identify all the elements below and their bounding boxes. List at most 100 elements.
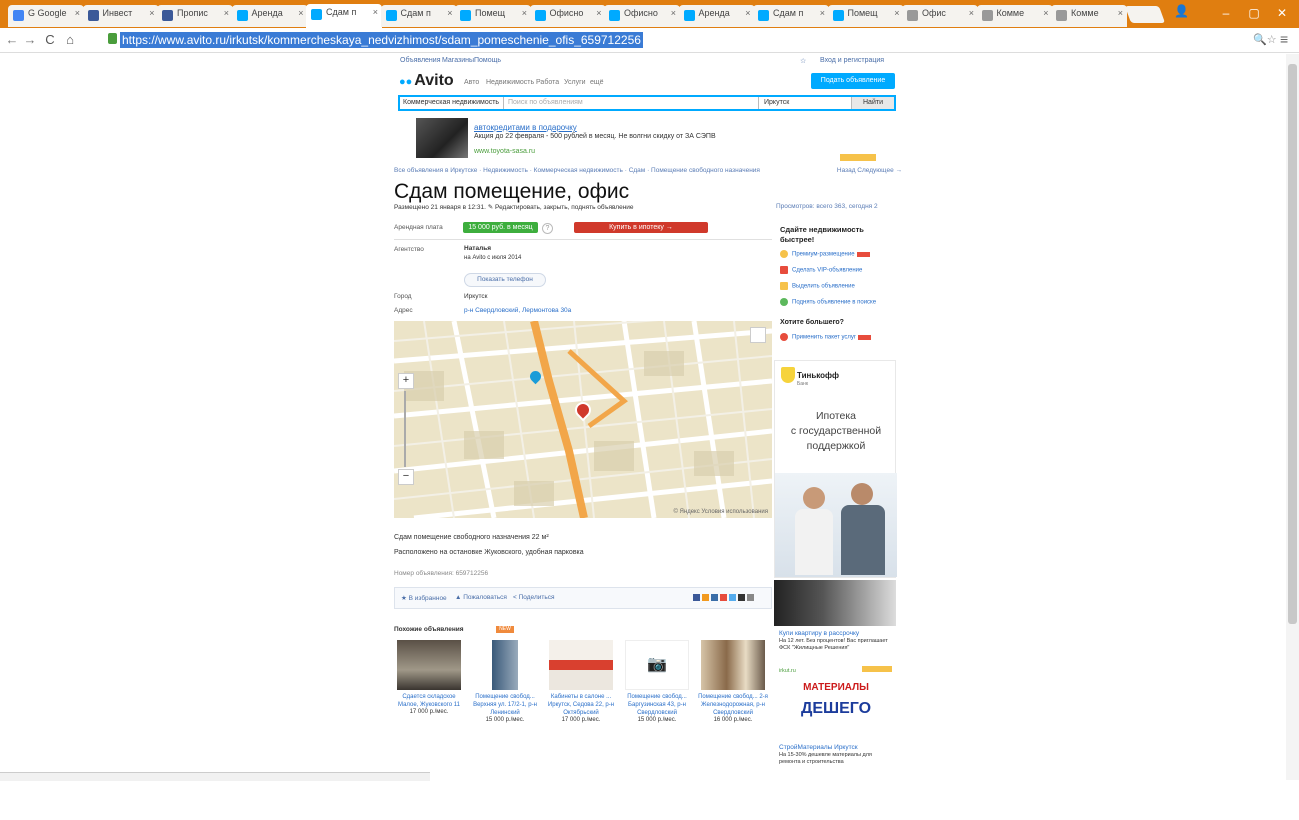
similar-card[interactable]: Помещение свобод... Верхняя ул. 17/2-1, … [470,640,540,723]
premium-service-link[interactable]: Премиум-размещение [780,250,870,258]
vip-service-link[interactable]: Сделать VIP-объявление [780,266,862,274]
scrollbar-thumb[interactable] [1288,64,1297,624]
zoom-slider[interactable] [404,391,406,467]
profile-icon[interactable]: 👤 [1174,4,1189,18]
similar-card-image[interactable] [397,640,461,690]
similar-card-title[interactable]: Помещение свобод... 2-я Железнодорожная,… [698,693,768,717]
show-phone-button[interactable]: Показать телефон [464,273,546,287]
tab-close-icon[interactable]: × [1118,8,1123,18]
map-fullscreen-icon[interactable] [750,327,766,343]
service-label[interactable]: Поднять объявление в поиске [792,300,876,306]
back-icon[interactable]: ← [4,32,20,47]
address-value[interactable]: р-н Свердловский, Лермонтова 30а [464,307,571,314]
bookmark-star-icon[interactable]: 🔍☆ [1253,33,1277,46]
tab-close-icon[interactable]: × [671,8,676,18]
similar-card[interactable]: Сдается складское Малое, Жуковского 11 1… [394,640,464,715]
location-map[interactable]: + − © Яндекс Условия использования [394,321,772,518]
facebook-icon[interactable] [693,594,700,601]
reload-icon[interactable]: C [42,32,58,47]
similar-card-image[interactable] [473,640,537,690]
share-button[interactable]: < Поделиться [513,594,555,601]
forward-icon[interactable]: → [22,32,38,47]
materials-ad-title[interactable]: СтройМатериалы Иркутск [779,744,858,751]
tab-close-icon[interactable]: × [745,8,750,18]
tab-close-icon[interactable]: × [969,8,974,18]
nav-services[interactable]: Услуги [564,79,586,86]
maximize-icon[interactable]: ▢ [1246,6,1262,20]
browser-tab[interactable]: Комме × [1051,5,1127,27]
city-select[interactable]: Иркутск [758,97,856,109]
close-window-icon[interactable]: ✕ [1274,6,1290,20]
browser-tab[interactable]: Офисно × [529,5,606,27]
zoom-out-icon[interactable]: − [398,469,414,485]
service-label[interactable]: Премиум-размещение [792,252,855,258]
search-input[interactable]: Поиск по объявлениям [508,97,583,109]
nav-realty[interactable]: Недвижимость [486,79,534,86]
map-zoom-control[interactable]: + − [398,373,414,485]
lift-service-link[interactable]: Поднять объявление в поиске [780,298,876,306]
browser-tab[interactable]: Пропис × [157,5,233,27]
zoom-in-icon[interactable]: + [398,373,414,389]
report-button[interactable]: ▲ Пожаловаться [455,594,507,601]
browser-tab[interactable]: Инвест × [82,5,159,27]
menu-help[interactable]: Помощь [474,57,501,64]
page-scrollbar[interactable] [1286,54,1299,780]
avito-logo[interactable]: ●● Avito [399,72,454,90]
posted-info[interactable]: Размещено 21 января в 12:31. ✎ Редактиро… [394,203,634,211]
price-help-icon[interactable]: ? [542,223,553,234]
odnoklassniki-icon[interactable] [702,594,709,601]
service-label[interactable]: Выделить объявление [792,284,855,290]
tab-close-icon[interactable]: × [75,8,80,18]
ad-title[interactable]: автокредитами в подарочку [474,123,577,132]
post-ad-button[interactable]: Подать объявление [811,73,895,89]
browser-tab[interactable]: Сдам п × [306,4,382,28]
browser-tab[interactable]: Аренда × [231,5,308,27]
browser-tab[interactable]: Офис × [902,5,978,27]
seller-name[interactable]: Наталья [464,245,491,252]
nav-jobs[interactable]: Работа [536,79,559,86]
similar-card-title[interactable]: Помещение свобод... Баргузинская 43, р-н… [622,693,692,717]
similar-card-title[interactable]: Сдается складское Малое, Жуковского 11 [394,693,464,709]
url-text[interactable]: https://www.avito.ru/irkutsk/kommerchesk… [120,32,643,48]
add-favorite-button[interactable]: ★ В избранное [401,594,447,602]
browser-tab[interactable]: Помещ × [455,5,531,27]
service-label[interactable]: Применить пакет услуг [792,335,856,341]
package-service-link[interactable]: Применить пакет услуг [780,333,872,341]
breadcrumb-item[interactable]: Сдам [629,167,646,174]
context-ad-banner[interactable]: автокредитами в подарочку Акция до 22 фе… [416,118,896,162]
service-label[interactable]: Сделать VIP-объявление [792,268,862,274]
similar-card-title[interactable]: Кабинеты в салоне ... Иркутск, Седова 22… [546,693,616,717]
tab-close-icon[interactable]: × [447,8,452,18]
mortgage-button[interactable]: Купить в ипотеку → [574,222,708,233]
breadcrumb-item[interactable]: Коммерческая недвижимость [534,167,623,174]
similar-card[interactable]: 📷 Помещение свобод... Баргузинская 43, р… [622,640,692,723]
vk-icon[interactable] [711,594,718,601]
address-bar[interactable]: https://www.avito.ru/irkutsk/kommerchesk… [108,31,1238,49]
tab-close-icon[interactable]: × [522,8,527,18]
ad-url[interactable]: www.toyota-sasa.ru [474,148,535,155]
minimize-icon[interactable]: – [1218,6,1234,20]
new-tab-button[interactable] [1124,6,1166,23]
browser-tab[interactable]: Комме × [976,5,1053,27]
breadcrumb-item[interactable]: Помещение свободного назначения [651,167,760,174]
realty-ad[interactable]: Купи квартиру в рассрочку На 12 лет. Без… [774,580,896,820]
highlight-service-link[interactable]: Выделить объявление [780,282,855,290]
realty-ad-title[interactable]: Купи квартиру в рассрочку [779,630,859,637]
similar-card-image[interactable] [701,640,765,690]
tab-close-icon[interactable]: × [820,8,825,18]
tab-close-icon[interactable]: × [894,8,899,18]
similar-card[interactable]: Помещение свобод... 2-я Железнодорожная,… [698,640,768,723]
tab-close-icon[interactable]: × [373,7,378,17]
map-copyright[interactable]: © Яндекс Условия использования [673,509,768,515]
browser-tab[interactable]: Помещ × [827,5,904,27]
mailru-icon[interactable] [720,594,727,601]
menu-shops[interactable]: Магазины [442,57,474,64]
prev-next-links[interactable]: Назад Следующее → [837,167,902,174]
camera-placeholder-icon[interactable]: 📷 [625,640,689,690]
browser-tab[interactable]: Сдам п × [753,5,829,27]
category-select[interactable]: Коммерческая недвижимость [400,97,504,109]
twitter-icon[interactable] [729,594,736,601]
browser-tab[interactable]: G Google × [8,5,84,27]
favorites-star-icon[interactable]: ☆ [800,57,806,65]
nav-more[interactable]: ещё [590,79,604,86]
